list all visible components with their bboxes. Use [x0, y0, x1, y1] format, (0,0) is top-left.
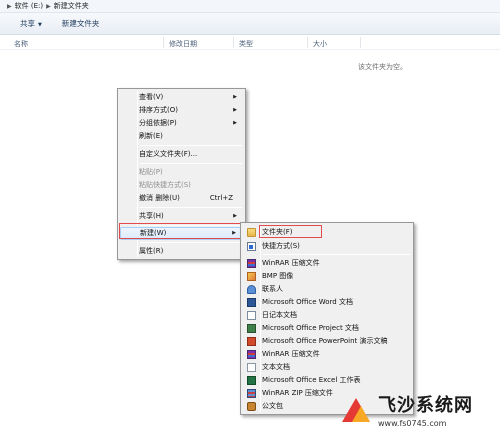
powerpoint-icon	[247, 337, 256, 346]
empty-folder-message: 该文件夹为空。	[358, 63, 407, 71]
folder-item-highlight-box	[259, 225, 322, 238]
menu-item-refresh[interactable]: 刷新(E)	[120, 130, 243, 143]
menu-item-label: 查看(V)	[139, 93, 164, 101]
folder-icon	[247, 228, 256, 237]
breadcrumb-folder[interactable]: 新建文件夹	[54, 1, 89, 11]
menu-item-label: 撤消 删除(U)	[139, 194, 180, 202]
new-item-highlight-box	[119, 223, 243, 239]
menu-separator	[140, 207, 242, 208]
winrar-icon	[247, 350, 256, 359]
command-toolbar: 共享 ▼ 新建文件夹	[0, 13, 500, 35]
submenu-item-shortcut[interactable]: 快捷方式(S)	[243, 239, 411, 254]
submenu-item-label: 快捷方式(S)	[262, 242, 300, 250]
excel-icon	[247, 376, 256, 385]
menu-item-undo-delete[interactable]: 撤消 删除(U) Ctrl+Z	[120, 192, 243, 205]
watermark-logo-icon	[342, 394, 372, 424]
winrar-zip-icon	[247, 389, 256, 398]
submenu-item-label: WinRAR ZIP 压缩文件	[262, 389, 333, 397]
column-header-date[interactable]: 修改日期	[169, 39, 197, 49]
column-header-type[interactable]: 类型	[239, 39, 253, 49]
submenu-item-label: WinRAR 压缩文件	[262, 259, 320, 267]
submenu-item-label: Microsoft Office PowerPoint 演示文稿	[262, 337, 388, 345]
breadcrumb-drive[interactable]: 软件 (E:)	[15, 1, 43, 11]
menu-separator	[140, 242, 242, 243]
site-watermark: 飞沙系统网 www.fs0745.com	[342, 382, 500, 436]
address-breadcrumb[interactable]: ▶ 软件 (E:) ▶ 新建文件夹	[0, 0, 500, 13]
menu-item-label: 属性(R)	[139, 247, 164, 255]
menu-item-customize-folder[interactable]: 自定义文件夹(F)...	[120, 148, 243, 161]
submenu-item-label: 日记本文档	[262, 311, 297, 319]
logo-yellow-triangle	[352, 406, 370, 422]
menu-item-group-by[interactable]: 分组依据(P) ▶	[120, 117, 243, 130]
project-icon	[247, 324, 256, 333]
column-divider[interactable]	[163, 37, 164, 48]
menu-item-label: 共享(H)	[139, 212, 164, 220]
column-header-name[interactable]: 名称	[14, 39, 28, 49]
watermark-url: www.fs0745.com	[378, 418, 447, 428]
submenu-item-label: WinRAR 压缩文件	[262, 350, 320, 358]
submenu-arrow-icon: ▶	[233, 120, 237, 126]
menu-item-paste[interactable]: 粘贴(P)	[120, 166, 243, 179]
column-divider[interactable]	[307, 37, 308, 48]
submenu-arrow-icon: ▶	[233, 107, 237, 113]
share-button-label: 共享	[20, 19, 35, 28]
submenu-item-label: 文本文档	[262, 363, 290, 371]
menu-item-shortcut: Ctrl+Z	[209, 194, 233, 202]
journal-icon	[247, 311, 256, 320]
briefcase-icon	[247, 402, 256, 411]
share-button[interactable]: 共享 ▼	[14, 16, 48, 31]
column-headers: 名称 修改日期 类型 大小	[0, 35, 500, 50]
new-folder-button[interactable]: 新建文件夹	[56, 16, 106, 31]
menu-item-paste-shortcut[interactable]: 粘贴快捷方式(S)	[120, 179, 243, 192]
breadcrumb-arrow-icon: ▶	[46, 2, 51, 10]
word-icon	[247, 298, 256, 307]
menu-item-properties[interactable]: 属性(R)	[120, 245, 243, 258]
column-header-size[interactable]: 大小	[313, 39, 327, 49]
submenu-arrow-icon: ▶	[233, 213, 237, 219]
submenu-item-label: 联系人	[262, 285, 283, 293]
menu-item-label: 刷新(E)	[139, 132, 163, 140]
submenu-item-label: BMP 图像	[262, 272, 294, 280]
submenu-item-label: Microsoft Office Word 文档	[262, 298, 353, 306]
submenu-arrow-icon: ▶	[233, 94, 237, 100]
submenu-item-label: 公文包	[262, 402, 283, 410]
menu-item-view[interactable]: 查看(V) ▶	[120, 91, 243, 104]
winrar-icon	[247, 259, 256, 268]
bmp-image-icon	[247, 272, 256, 281]
submenu-item-label: Microsoft Office Project 文档	[262, 324, 359, 332]
menu-item-label: 粘贴(P)	[139, 168, 163, 176]
text-document-icon	[247, 363, 256, 372]
column-divider[interactable]	[360, 37, 361, 48]
menu-item-label: 自定义文件夹(F)...	[139, 150, 198, 158]
dropdown-caret-icon: ▼	[38, 22, 42, 28]
menu-separator	[263, 254, 410, 255]
watermark-title: 飞沙系统网	[378, 394, 473, 416]
menu-item-label: 分组依据(P)	[139, 119, 177, 127]
breadcrumb-arrow-icon: ▶	[7, 2, 12, 10]
menu-separator	[140, 145, 242, 146]
column-divider[interactable]	[233, 37, 234, 48]
menu-item-sort-by[interactable]: 排序方式(O) ▶	[120, 104, 243, 117]
menu-item-label: 粘贴快捷方式(S)	[139, 181, 191, 189]
menu-item-label: 排序方式(O)	[139, 106, 178, 114]
contact-icon	[247, 285, 256, 294]
menu-separator	[140, 163, 242, 164]
shortcut-icon	[247, 242, 256, 251]
menu-item-share[interactable]: 共享(H) ▶	[120, 210, 243, 223]
